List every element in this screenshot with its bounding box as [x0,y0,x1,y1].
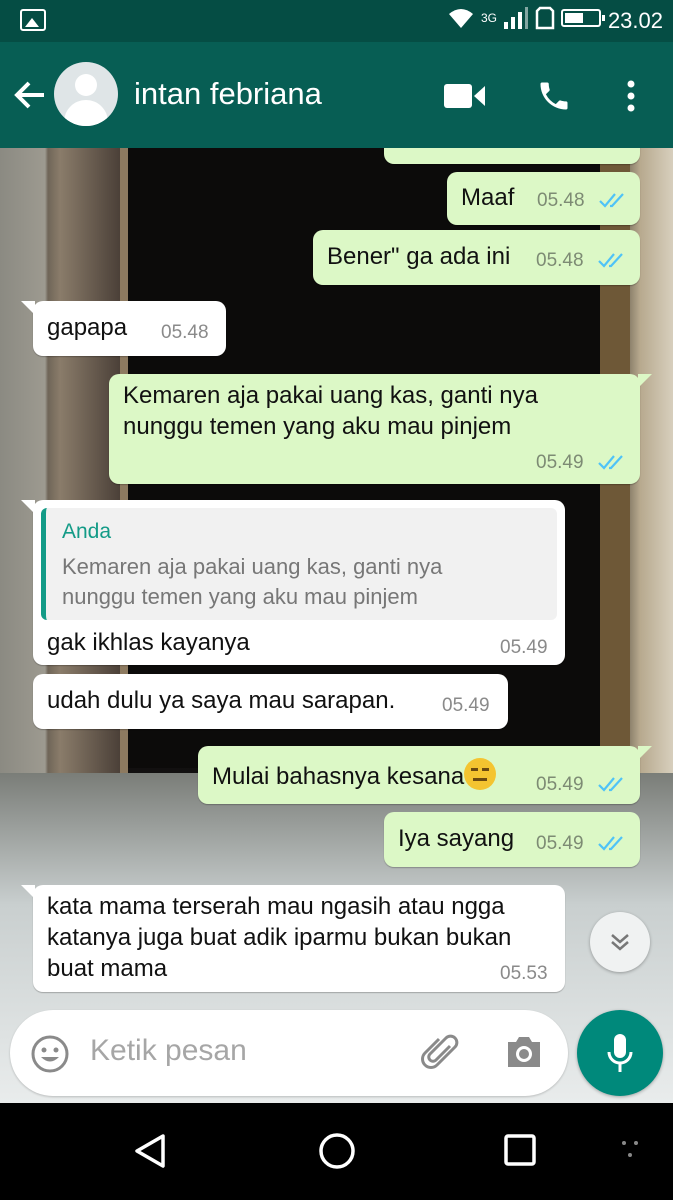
avatar[interactable] [54,62,118,126]
double-check-icon [599,193,624,208]
video-camera-icon[interactable] [444,84,486,108]
scroll-to-bottom-button[interactable] [590,912,650,972]
message-text: udah dulu ya saya mau sarapan. [47,687,396,714]
message-text: Bener" ga ada ini [327,243,511,270]
message-time: 05.48 [537,190,585,211]
microphone-icon [607,1034,633,1072]
message-bubble-incoming[interactable]: kata mama terserah mau ngasih atau ngga … [21,885,565,992]
message-bubble-outgoing[interactable]: Mulai bahasnya kesana 05.49 [198,746,652,804]
message-time: 05.49 [500,637,548,658]
message-bubble-outgoing[interactable]: Kemaren aja pakai uang kas, ganti nya nu… [109,374,652,484]
phone-icon[interactable] [536,78,572,114]
message-time: 05.48 [536,250,584,271]
quoted-author: Anda [62,520,112,543]
network-type-label: 3G [480,11,497,25]
quoted-text-line: Kemaren aja pakai uang kas, ganti nya [62,554,443,579]
message-bubble-partial[interactable] [384,148,640,164]
quoted-text-line: nunggu temen yang aku mau pinjem [62,584,418,609]
message-text-line: katanya juga buat adik iparmu bukan buka… [47,924,512,951]
message-bubble-outgoing[interactable]: Iya sayang 05.49 [384,812,640,867]
double-check-icon [598,777,623,792]
message-text: Mulai bahasnya kesana [212,763,465,790]
message-text: Iya sayang [398,825,515,852]
chat-area[interactable]: Maaf 05.48 Bener" ga ada ini 05.48 gapap… [0,148,673,1103]
message-text: gapapa [47,314,128,341]
more-vertical-icon[interactable] [625,80,637,112]
arrow-left-icon[interactable] [12,78,48,112]
double-check-icon [598,253,623,268]
message-bubble-outgoing[interactable]: Bener" ga ada ini 05.48 [313,230,640,285]
status-icons: 3G [447,6,605,30]
message-bubble-incoming[interactable]: udah dulu ya saya mau sarapan. 05.49 [33,674,508,729]
message-bubble-outgoing[interactable]: Maaf 05.48 [447,172,640,225]
message-time: 05.49 [536,774,584,795]
message-bubble-incoming[interactable]: gapapa 05.48 [21,301,226,356]
recent-apps-icon[interactable] [503,1133,537,1167]
message-time: 05.49 [536,833,584,854]
message-input-box[interactable]: Ketik pesan [10,1010,568,1096]
double-check-icon [598,455,623,470]
message-text-line: buat mama [47,955,168,982]
microphone-button[interactable] [577,1010,663,1096]
system-navigation-bar [0,1103,673,1200]
message-time: 05.48 [161,322,209,343]
gallery-notification-icon [20,9,46,31]
signal-icon [504,7,528,29]
message-input-placeholder[interactable]: Ketik pesan [90,1034,247,1068]
message-time: 05.49 [442,695,490,716]
contact-name[interactable]: intan febriana [134,76,322,112]
menu-dots-icon[interactable] [620,1139,642,1161]
smiley-icon[interactable] [30,1034,70,1074]
message-time: 05.53 [500,963,548,984]
message-bubble-incoming-reply[interactable]: Anda Kemaren aja pakai uang kas, ganti n… [21,500,565,665]
paperclip-icon[interactable] [420,1032,462,1074]
status-bar: 3G 23.02 [0,0,673,42]
double-chevron-down-icon [611,934,629,951]
home-circle-icon[interactable] [317,1131,357,1171]
clock: 23.02 [607,8,663,33]
double-check-icon [598,836,623,851]
quoted-message[interactable]: Anda Kemaren aja pakai uang kas, ganti n… [41,508,557,620]
message-text-line: kata mama terserah mau ngasih atau ngga [47,893,505,920]
message-text: Maaf [461,184,515,211]
expressionless-face-emoji [464,758,497,790]
message-text: gak ikhlas kayanya [47,629,250,656]
message-text-line: nunggu temen yang aku mau pinjem [123,413,512,440]
sim-icon [535,6,555,30]
back-triangle-icon[interactable] [133,1133,167,1169]
camera-icon[interactable] [504,1034,544,1070]
chat-header: intan febriana [0,42,673,148]
message-text-line: Kemaren aja pakai uang kas, ganti nya [123,382,538,409]
wifi-icon [448,9,473,28]
message-time: 05.49 [536,452,584,473]
battery-icon [561,9,605,27]
